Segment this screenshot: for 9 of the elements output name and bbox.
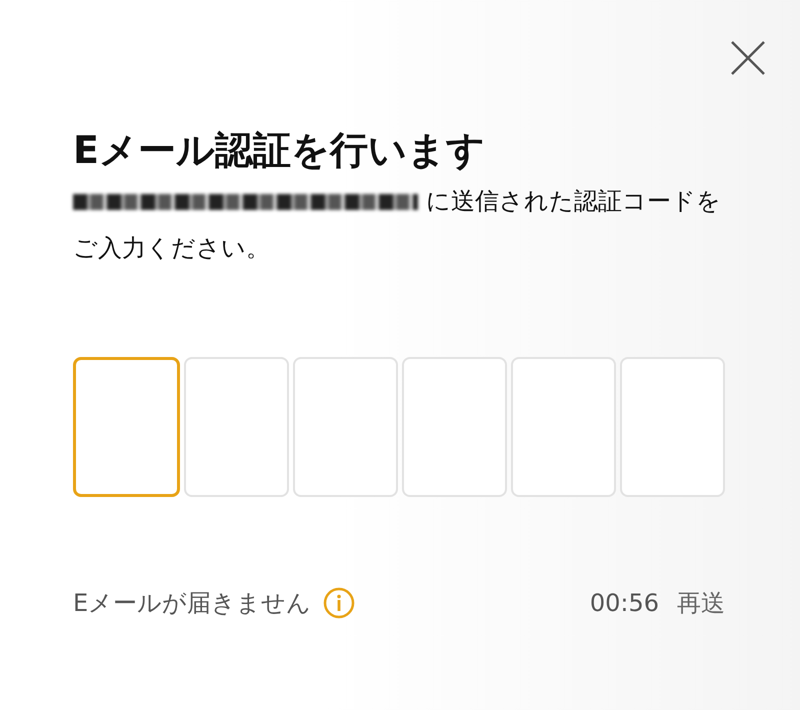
countdown-timer: 00:56 [590,589,659,617]
close-button[interactable] [730,40,766,76]
dialog-title: Eメール認証を行います [73,127,486,174]
code-digit-field[interactable] [73,357,180,497]
close-icon [730,40,766,76]
instruction-text: に送信された認証コードをご入力ください。 [73,186,722,264]
help-text: Eメールが届きません [73,588,312,619]
resend-button[interactable]: 再送 [677,587,725,619]
info-icon[interactable] [323,587,356,619]
